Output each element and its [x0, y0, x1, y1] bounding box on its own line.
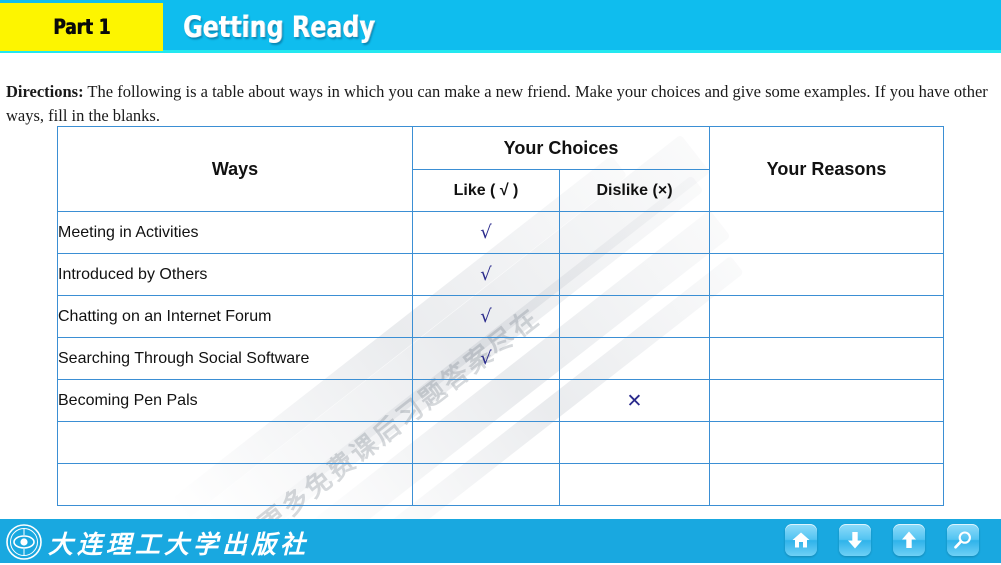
- cell-way: Searching Through Social Software: [57, 337, 413, 380]
- directions-paragraph: Directions: The following is a table abo…: [6, 80, 994, 128]
- table-row: Introduced by Others √: [57, 253, 945, 296]
- footer-bar: 大连理工大学出版社: [0, 519, 1001, 563]
- cell-like-mark[interactable]: √: [412, 295, 560, 338]
- cell-dislike-mark[interactable]: [558, 253, 711, 296]
- cell-like-mark[interactable]: [412, 421, 560, 464]
- cell-way: Introduced by Others: [57, 253, 413, 296]
- cell-reason[interactable]: [709, 379, 945, 422]
- cell-reason[interactable]: [709, 253, 945, 296]
- page-title-label: Getting Ready: [183, 10, 375, 44]
- table-row: Chatting on an Internet Forum √: [57, 295, 945, 338]
- cell-way: Meeting in Activities: [57, 211, 413, 254]
- page-title: Getting Ready: [183, 3, 417, 51]
- choices-table: Ways Your Choices Your Reasons Like ( √ …: [57, 126, 945, 506]
- search-button[interactable]: [947, 524, 979, 556]
- home-icon: [791, 530, 811, 550]
- cell-reason[interactable]: [709, 295, 945, 338]
- part-badge: Part 1: [0, 3, 163, 51]
- home-button[interactable]: [785, 524, 817, 556]
- up-button[interactable]: [893, 524, 925, 556]
- cell-way: Chatting on an Internet Forum: [57, 295, 413, 338]
- column-header-dislike: Dislike (×): [558, 169, 711, 212]
- cell-reason[interactable]: [709, 421, 945, 464]
- cell-like-mark[interactable]: √: [412, 337, 560, 380]
- cell-dislike-mark[interactable]: [558, 421, 711, 464]
- cell-reason[interactable]: [709, 463, 945, 506]
- cell-like-mark[interactable]: √: [412, 211, 560, 254]
- down-button[interactable]: [839, 524, 871, 556]
- cell-way[interactable]: [57, 463, 413, 506]
- directions-text: The following is a table about ways in w…: [6, 81, 988, 125]
- cell-like-mark[interactable]: √: [412, 253, 560, 296]
- column-header-your-reasons: Your Reasons: [709, 126, 945, 212]
- column-header-like: Like ( √ ): [412, 169, 560, 212]
- part-badge-label: Part 1: [52, 15, 111, 39]
- cell-dislike-mark[interactable]: ✕: [558, 379, 711, 422]
- cell-reason[interactable]: [709, 337, 945, 380]
- cell-like-mark[interactable]: [412, 379, 560, 422]
- column-header-ways: Ways: [57, 126, 413, 212]
- column-header-your-choices: Your Choices: [411, 126, 711, 170]
- table-row: Meeting in Activities √: [57, 211, 945, 254]
- cell-dislike-mark[interactable]: [558, 295, 711, 338]
- header-bar: Part 1 Getting Ready: [0, 0, 1001, 53]
- publisher-name: 大连理工大学出版社: [48, 529, 310, 559]
- cell-reason[interactable]: [709, 211, 945, 254]
- arrow-up-icon: [899, 530, 919, 550]
- table-row: Becoming Pen Pals ✕: [57, 379, 945, 422]
- search-icon: [953, 530, 973, 550]
- table-row: [57, 421, 945, 464]
- directions-label: Directions:: [6, 81, 84, 101]
- footer-nav: [785, 524, 979, 556]
- cell-like-mark[interactable]: [412, 463, 560, 506]
- publisher-logo-icon: [6, 524, 42, 560]
- cell-way: Becoming Pen Pals: [57, 379, 413, 422]
- cell-dislike-mark[interactable]: [558, 211, 711, 254]
- cell-dislike-mark[interactable]: [558, 337, 711, 380]
- cell-dislike-mark[interactable]: [558, 463, 711, 506]
- table-row: Searching Through Social Software √: [57, 337, 945, 380]
- arrow-down-icon: [845, 530, 865, 550]
- table-row: [57, 463, 945, 506]
- cell-way[interactable]: [57, 421, 413, 464]
- table-header-row: Ways Your Choices Your Reasons: [57, 126, 945, 212]
